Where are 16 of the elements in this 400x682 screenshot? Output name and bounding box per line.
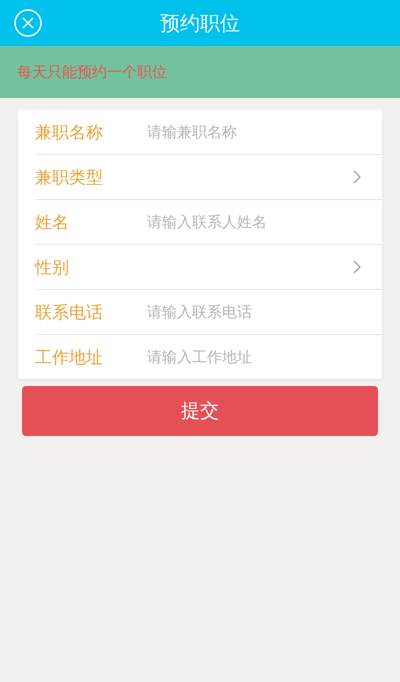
field-label: 兼职名称: [35, 122, 104, 144]
page-title: 预约职位: [160, 10, 240, 36]
submit-button[interactable]: 提交: [22, 386, 378, 436]
field-label: 性别: [35, 256, 70, 278]
chevron-icon[interactable]: [353, 260, 361, 274]
field-label: 联系电话: [35, 302, 104, 324]
field-label: 兼职类型: [35, 166, 104, 188]
input-field[interactable]: 请输入联系人姓名: [147, 207, 382, 237]
input-field[interactable]: 请输入联系电话: [147, 297, 382, 327]
notice-text: 每天只能预约一个职位: [17, 62, 167, 82]
chevron-icon[interactable]: [353, 170, 361, 184]
input-field[interactable]: 请输兼职名称: [147, 117, 382, 147]
input-field[interactable]: 请输入工作地址: [147, 342, 382, 372]
close-icon[interactable]: [14, 9, 42, 37]
field-label: 姓名: [35, 212, 70, 234]
field-label: 工作地址: [35, 346, 104, 368]
